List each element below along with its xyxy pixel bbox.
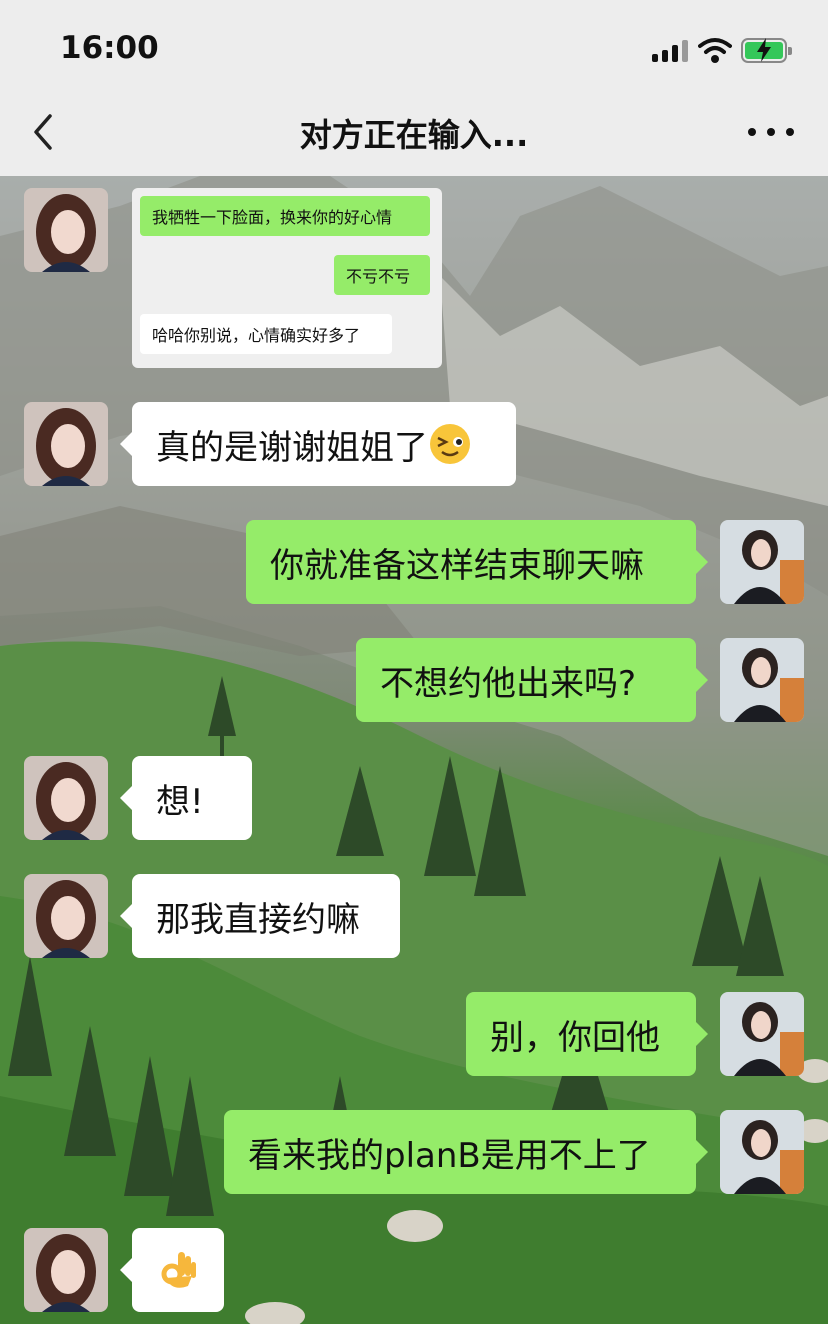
wink-face-icon (430, 424, 470, 464)
chat-title: 对方正在输入... (299, 116, 529, 154)
message-text: 别，你回他 (490, 1017, 660, 1058)
my-avatar[interactable] (720, 992, 804, 1076)
quoted-message: 不亏不亏 (334, 255, 430, 295)
quoted-message: 哈哈你别说，心情确实好多了 (140, 314, 392, 354)
my-avatar[interactable] (720, 638, 804, 722)
battery-icon (741, 38, 792, 63)
top-bar: 16:00 对方正在输入... (0, 0, 828, 176)
message-text: 看来我的planB是用不上了 (248, 1135, 651, 1176)
message-bubble[interactable] (120, 1228, 224, 1312)
cellular-signal-icon (652, 40, 690, 62)
contact-avatar[interactable] (24, 756, 108, 840)
contact-avatar[interactable] (24, 188, 108, 272)
ok-hand-icon (161, 1252, 196, 1288)
message-bubble[interactable]: 真的是谢谢姐姐了 (120, 402, 516, 486)
status-time: 16:00 (60, 30, 159, 66)
message-text: 你就准备这样结束聊天嘛 (270, 545, 644, 586)
contact-avatar[interactable] (24, 1228, 108, 1312)
my-avatar[interactable] (720, 1110, 804, 1194)
contact-avatar[interactable] (24, 874, 108, 958)
more-options-icon[interactable] (748, 112, 794, 152)
my-avatar[interactable] (720, 520, 804, 604)
message-text: 真的是谢谢姐姐了 (156, 427, 428, 468)
message-text: 想! (156, 781, 204, 822)
message-bubble[interactable]: 想! (120, 756, 252, 840)
message-bubble[interactable]: 别，你回他 (466, 992, 708, 1076)
message-bubble[interactable]: 不想约他出来吗? (356, 638, 708, 722)
message-bubble[interactable]: 那我直接约嘛 (120, 874, 400, 958)
message-text: 那我直接约嘛 (156, 899, 360, 940)
quoted-message: 我牺牲一下脸面，换来你的好心情 (140, 196, 430, 236)
message-text: 不想约他出来吗? (380, 663, 637, 704)
message-bubble[interactable]: 你就准备这样结束聊天嘛 (246, 520, 708, 604)
wifi-icon (698, 38, 732, 63)
quoted-chat-screenshot: 我牺牲一下脸面，换来你的好心情 不亏不亏 哈哈你别说，心情确实好多了 (132, 188, 442, 368)
message-bubble[interactable]: 看来我的planB是用不上了 (224, 1110, 708, 1194)
contact-avatar[interactable] (24, 402, 108, 486)
